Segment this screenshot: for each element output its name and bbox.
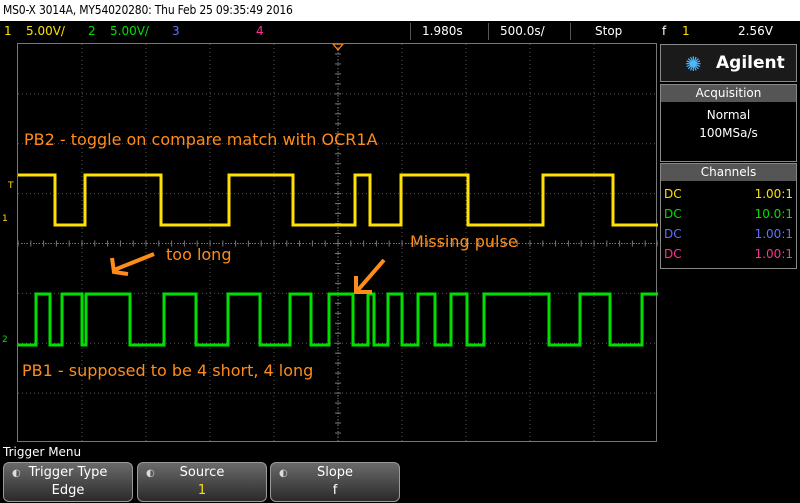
ch1-number[interactable]: 1 — [4, 24, 12, 38]
acquisition-panel[interactable]: Acquisition Normal 100MSa/s — [660, 84, 797, 162]
ch1-ground-marker: 1 — [2, 214, 8, 224]
ch2-ground-marker: 2 — [2, 335, 8, 345]
waveform-svg — [18, 44, 658, 443]
channel-probe-ratio: 1.00:1 — [754, 247, 793, 261]
ch2-scale[interactable]: 5.00V/ — [110, 24, 149, 38]
trace-pb1 — [18, 292, 658, 347]
softkey-knob-icon: ◐ — [279, 468, 288, 479]
channel-coupling: DC — [664, 207, 682, 221]
softkey-value: f — [332, 483, 338, 498]
channels-panel[interactable]: Channels DC 1.00:1 DC 10.0:1 DC 1.00:1 D… — [660, 163, 797, 269]
brand-panel: ✺ Agilent — [660, 44, 797, 82]
too-long-arrow-icon — [110, 252, 155, 276]
acquisition-mode: Normal — [706, 108, 751, 122]
channel-probe-ratio: 10.0:1 — [754, 207, 793, 221]
missing-pulse-arrow-icon — [354, 258, 386, 294]
pb2-annotation: PB2 - toggle on compare match with OCR1A — [24, 130, 378, 149]
channel-coupling: DC — [664, 247, 682, 261]
ch3-number[interactable]: 3 — [172, 24, 180, 38]
trigger-level-marker: T — [8, 181, 14, 191]
ch1-scale[interactable]: 5.00V/ — [26, 24, 65, 38]
timebase-readout[interactable]: 500.0s/ — [500, 24, 545, 38]
trigger-type-softkey[interactable]: ◐ Trigger Type Edge — [3, 462, 133, 502]
softkey-label: Source — [179, 465, 225, 480]
softkey-label: Trigger Type — [28, 465, 108, 480]
channel-row-3: DC 1.00:1 — [661, 224, 796, 244]
missing-pulse-annotation: Missing pulse — [410, 232, 518, 251]
softkey-value: Edge — [51, 483, 85, 498]
brand-logo: Agilent — [716, 53, 785, 73]
status-bar: 1 5.00V/ 2 5.00V/ 3 4 1.980s 500.0s/ Sto… — [0, 21, 800, 42]
menu-title: Trigger Menu — [3, 445, 82, 459]
acquisition-rate: 100MSa/s — [699, 126, 758, 140]
channel-coupling: DC — [664, 187, 682, 201]
channel-row-1: DC 1.00:1 — [661, 184, 796, 204]
pb1-annotation: PB1 - supposed to be 4 short, 4 long — [22, 361, 314, 380]
softkey-label: Slope — [316, 465, 354, 480]
channel-probe-ratio: 1.00:1 — [754, 227, 793, 241]
softkey-value: 1 — [197, 483, 207, 498]
divider — [488, 23, 489, 40]
channel-row-4: DC 1.00:1 — [661, 244, 796, 264]
agilent-spark-icon: ✺ — [685, 52, 702, 76]
channel-row-2: DC 10.0:1 — [661, 204, 796, 224]
divider — [410, 23, 411, 40]
channel-coupling: DC — [664, 227, 682, 241]
waveform-display[interactable] — [17, 43, 658, 443]
channels-header: Channels — [661, 164, 796, 181]
slope-softkey[interactable]: ◐ Slope f — [270, 462, 400, 502]
trigger-slope-icon: f — [662, 24, 667, 38]
divider — [570, 23, 571, 40]
delay-readout[interactable]: 1.980s — [422, 24, 463, 38]
trigger-level[interactable]: 2.56V — [738, 24, 773, 38]
trigger-source[interactable]: 1 — [682, 24, 690, 38]
too-long-annotation: too long — [166, 245, 232, 264]
channel-probe-ratio: 1.00:1 — [754, 187, 793, 201]
softkey-knob-icon: ◐ — [12, 468, 21, 479]
ch4-number[interactable]: 4 — [256, 24, 264, 38]
run-state[interactable]: Stop — [595, 24, 622, 38]
window-title: MS0-X 3014A, MY54020280: Thu Feb 25 09:3… — [0, 0, 800, 21]
acquisition-header: Acquisition — [661, 85, 796, 102]
source-softkey[interactable]: ◐ Source 1 — [137, 462, 267, 502]
ch2-number[interactable]: 2 — [88, 24, 96, 38]
softkey-knob-icon: ◐ — [146, 468, 155, 479]
